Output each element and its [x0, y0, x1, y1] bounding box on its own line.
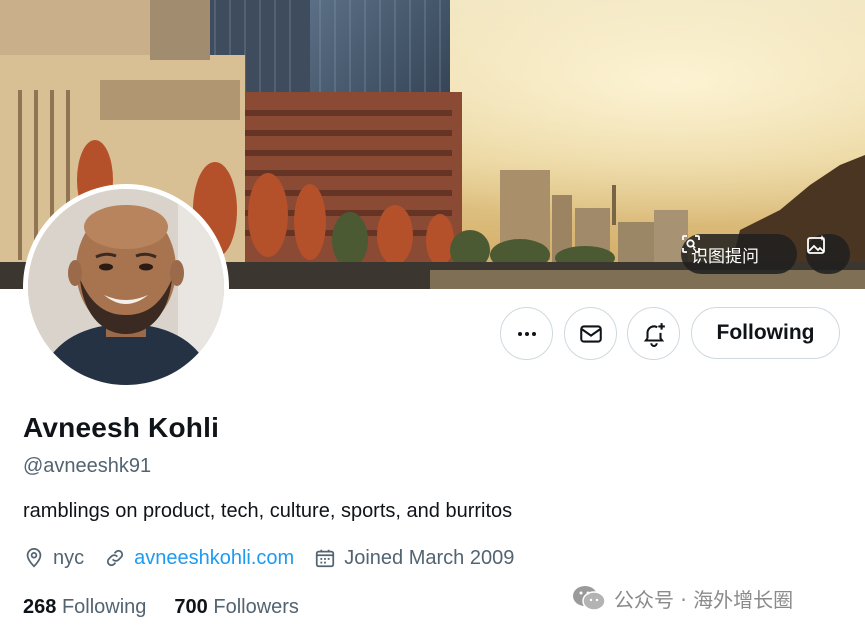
followers-count: 700 — [174, 596, 208, 618]
following-count: 268 — [23, 596, 57, 618]
profile-name: Avneesh Kohli — [23, 412, 220, 443]
image-question-button[interactable]: 识图提问 — [681, 234, 797, 274]
bell-plus-icon — [643, 322, 665, 347]
image-question-label: 识图提问 — [691, 246, 759, 267]
profile-location: nyc — [23, 547, 84, 570]
link-icon — [107, 549, 124, 567]
message-button[interactable] — [564, 307, 617, 360]
following-button[interactable]: Following — [691, 307, 840, 359]
profile-website: avneeshkohli.com — [104, 547, 294, 570]
followers-label: Followers — [213, 596, 299, 618]
profile-avatar[interactable] — [23, 184, 229, 390]
image-sparkle-icon — [807, 235, 825, 254]
scan-text-icon — [682, 235, 700, 253]
mail-icon — [579, 324, 602, 343]
profile-joined: Joined March 2009 — [314, 547, 514, 570]
wechat-icon — [573, 586, 606, 611]
location-text: nyc — [53, 546, 85, 569]
avatar-photo — [28, 189, 224, 385]
watermark: 公众号 · 海外增长圈 — [572, 584, 793, 612]
profile-handle: @avneeshk91 — [23, 455, 152, 477]
calendar-icon — [316, 549, 335, 568]
more-horizontal-icon — [517, 331, 536, 336]
profile-meta: nyc avneeshkohli.com Joined March 2009 — [23, 544, 534, 572]
joined-text: Joined March 2009 — [344, 546, 515, 569]
more-button[interactable] — [500, 307, 553, 360]
profile-bio: ramblings on product, tech, culture, spo… — [23, 500, 513, 522]
profile-stats: 268 Following 700 Followers — [23, 596, 327, 619]
watermark-text: 公众号 · 海外增长圈 — [614, 587, 794, 612]
banner-image-button[interactable] — [806, 234, 850, 274]
location-pin-icon — [26, 547, 42, 568]
notifications-button[interactable] — [627, 307, 680, 360]
following-stat[interactable]: 268 Following — [23, 596, 146, 619]
website-link[interactable]: avneeshkohli.com — [134, 547, 294, 570]
followers-stat[interactable]: 700 Followers — [174, 596, 299, 619]
following-label: Following — [61, 596, 147, 618]
